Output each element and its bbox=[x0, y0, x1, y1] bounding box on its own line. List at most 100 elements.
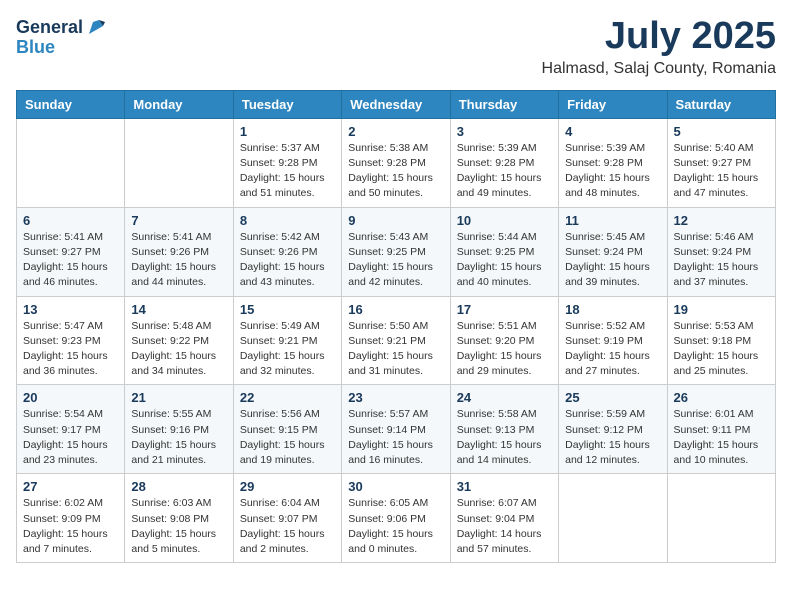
weekday-thursday: Thursday bbox=[450, 90, 558, 118]
day-number: 23 bbox=[348, 390, 443, 405]
calendar-cell: 13 Sunrise: 5:47 AM Sunset: 9:23 PM Dayli… bbox=[17, 296, 125, 385]
day-number: 3 bbox=[457, 124, 552, 139]
day-number: 17 bbox=[457, 302, 552, 317]
calendar-cell: 29 Sunrise: 6:04 AM Sunset: 9:07 PM Dayli… bbox=[233, 474, 341, 563]
day-info: Sunrise: 5:50 AM Sunset: 9:21 PM Dayligh… bbox=[348, 319, 443, 380]
day-info: Sunrise: 6:04 AM Sunset: 9:07 PM Dayligh… bbox=[240, 496, 335, 557]
calendar-cell: 23 Sunrise: 5:57 AM Sunset: 9:14 PM Dayli… bbox=[342, 385, 450, 474]
calendar-cell: 14Sunrise: 5:48 AM Sunset: 9:22 PM Dayli… bbox=[125, 296, 233, 385]
logo-general: General bbox=[16, 18, 83, 36]
calendar-cell: 21 Sunrise: 5:55 AM Sunset: 9:16 PM Dayli… bbox=[125, 385, 233, 474]
day-info: Sunrise: 6:03 AM Sunset: 9:08 PM Dayligh… bbox=[131, 496, 226, 557]
logo-icon bbox=[85, 16, 107, 38]
calendar-cell: 3Sunrise: 5:39 AM Sunset: 9:28 PM Daylig… bbox=[450, 118, 558, 207]
day-number: 24 bbox=[457, 390, 552, 405]
day-number: 27 bbox=[23, 479, 118, 494]
calendar-cell: 7Sunrise: 5:41 AM Sunset: 9:26 PM Daylig… bbox=[125, 207, 233, 296]
day-info: Sunrise: 5:39 AM Sunset: 9:28 PM Dayligh… bbox=[565, 141, 660, 202]
weekday-wednesday: Wednesday bbox=[342, 90, 450, 118]
calendar-cell: 20Sunrise: 5:54 AM Sunset: 9:17 PM Dayli… bbox=[17, 385, 125, 474]
day-info: Sunrise: 5:52 AM Sunset: 9:19 PM Dayligh… bbox=[565, 319, 660, 380]
day-info: Sunrise: 6:01 AM Sunset: 9:11 PM Dayligh… bbox=[674, 407, 769, 468]
day-info: Sunrise: 5:44 AM Sunset: 9:25 PM Dayligh… bbox=[457, 230, 552, 291]
day-info: Sunrise: 5:42 AM Sunset: 9:26 PM Dayligh… bbox=[240, 230, 335, 291]
day-info: Sunrise: 5:45 AM Sunset: 9:24 PM Dayligh… bbox=[565, 230, 660, 291]
day-number: 22 bbox=[240, 390, 335, 405]
day-info: Sunrise: 6:02 AM Sunset: 9:09 PM Dayligh… bbox=[23, 496, 118, 557]
calendar-cell: 18 Sunrise: 5:52 AM Sunset: 9:19 PM Dayli… bbox=[559, 296, 667, 385]
day-number: 10 bbox=[457, 213, 552, 228]
calendar-cell: 27 Sunrise: 6:02 AM Sunset: 9:09 PM Dayli… bbox=[17, 474, 125, 563]
calendar-cell: 22 Sunrise: 5:56 AM Sunset: 9:15 PM Dayli… bbox=[233, 385, 341, 474]
weekday-friday: Friday bbox=[559, 90, 667, 118]
month-title: July 2025 bbox=[542, 16, 776, 58]
day-number: 14 bbox=[131, 302, 226, 317]
day-info: Sunrise: 5:41 AM Sunset: 9:27 PM Dayligh… bbox=[23, 230, 118, 291]
day-number: 4 bbox=[565, 124, 660, 139]
calendar-cell: 5 Sunrise: 5:40 AM Sunset: 9:27 PM Daylig… bbox=[667, 118, 775, 207]
day-info: Sunrise: 5:40 AM Sunset: 9:27 PM Dayligh… bbox=[674, 141, 769, 202]
weekday-saturday: Saturday bbox=[667, 90, 775, 118]
day-number: 1 bbox=[240, 124, 335, 139]
day-number: 12 bbox=[674, 213, 769, 228]
logo-blue: Blue bbox=[16, 38, 55, 56]
day-info: Sunrise: 5:55 AM Sunset: 9:16 PM Dayligh… bbox=[131, 407, 226, 468]
day-number: 2 bbox=[348, 124, 443, 139]
day-info: Sunrise: 5:47 AM Sunset: 9:23 PM Dayligh… bbox=[23, 319, 118, 380]
day-info: Sunrise: 5:38 AM Sunset: 9:28 PM Dayligh… bbox=[348, 141, 443, 202]
calendar-cell: 9 Sunrise: 5:43 AM Sunset: 9:25 PM Daylig… bbox=[342, 207, 450, 296]
location-title: Halmasd, Salaj County, Romania bbox=[542, 60, 776, 78]
calendar-week-1: 1 Sunrise: 5:37 AM Sunset: 9:28 PM Daylig… bbox=[17, 118, 776, 207]
calendar-cell: 16 Sunrise: 5:50 AM Sunset: 9:21 PM Dayli… bbox=[342, 296, 450, 385]
day-number: 26 bbox=[674, 390, 769, 405]
calendar-cell: 8 Sunrise: 5:42 AM Sunset: 9:26 PM Daylig… bbox=[233, 207, 341, 296]
day-info: Sunrise: 6:05 AM Sunset: 9:06 PM Dayligh… bbox=[348, 496, 443, 557]
day-number: 21 bbox=[131, 390, 226, 405]
day-number: 15 bbox=[240, 302, 335, 317]
day-info: Sunrise: 5:54 AM Sunset: 9:17 PM Dayligh… bbox=[23, 407, 118, 468]
calendar-cell: 4 Sunrise: 5:39 AM Sunset: 9:28 PM Daylig… bbox=[559, 118, 667, 207]
day-number: 7 bbox=[131, 213, 226, 228]
day-number: 11 bbox=[565, 213, 660, 228]
calendar-cell bbox=[667, 474, 775, 563]
logo: General Blue bbox=[16, 16, 107, 56]
day-number: 29 bbox=[240, 479, 335, 494]
calendar-cell: 28 Sunrise: 6:03 AM Sunset: 9:08 PM Dayli… bbox=[125, 474, 233, 563]
day-number: 28 bbox=[131, 479, 226, 494]
day-number: 25 bbox=[565, 390, 660, 405]
calendar-cell: 1 Sunrise: 5:37 AM Sunset: 9:28 PM Daylig… bbox=[233, 118, 341, 207]
day-number: 19 bbox=[674, 302, 769, 317]
day-number: 13 bbox=[23, 302, 118, 317]
calendar-cell: 6Sunrise: 5:41 AM Sunset: 9:27 PM Daylig… bbox=[17, 207, 125, 296]
weekday-tuesday: Tuesday bbox=[233, 90, 341, 118]
day-number: 18 bbox=[565, 302, 660, 317]
day-number: 5 bbox=[674, 124, 769, 139]
day-info: Sunrise: 6:07 AM Sunset: 9:04 PM Dayligh… bbox=[457, 496, 552, 557]
day-info: Sunrise: 5:37 AM Sunset: 9:28 PM Dayligh… bbox=[240, 141, 335, 202]
weekday-header-row: SundayMondayTuesdayWednesdayThursdayFrid… bbox=[17, 90, 776, 118]
calendar-body: 1 Sunrise: 5:37 AM Sunset: 9:28 PM Daylig… bbox=[17, 118, 776, 562]
calendar-cell bbox=[125, 118, 233, 207]
calendar-cell: 15 Sunrise: 5:49 AM Sunset: 9:21 PM Dayli… bbox=[233, 296, 341, 385]
day-info: Sunrise: 5:56 AM Sunset: 9:15 PM Dayligh… bbox=[240, 407, 335, 468]
calendar-week-3: 13 Sunrise: 5:47 AM Sunset: 9:23 PM Dayli… bbox=[17, 296, 776, 385]
calendar-cell bbox=[17, 118, 125, 207]
day-info: Sunrise: 5:53 AM Sunset: 9:18 PM Dayligh… bbox=[674, 319, 769, 380]
day-info: Sunrise: 5:46 AM Sunset: 9:24 PM Dayligh… bbox=[674, 230, 769, 291]
day-info: Sunrise: 5:43 AM Sunset: 9:25 PM Dayligh… bbox=[348, 230, 443, 291]
calendar-cell: 30 Sunrise: 6:05 AM Sunset: 9:06 PM Dayli… bbox=[342, 474, 450, 563]
day-info: Sunrise: 5:57 AM Sunset: 9:14 PM Dayligh… bbox=[348, 407, 443, 468]
day-number: 16 bbox=[348, 302, 443, 317]
weekday-monday: Monday bbox=[125, 90, 233, 118]
calendar-cell: 24Sunrise: 5:58 AM Sunset: 9:13 PM Dayli… bbox=[450, 385, 558, 474]
day-number: 30 bbox=[348, 479, 443, 494]
day-number: 8 bbox=[240, 213, 335, 228]
weekday-sunday: Sunday bbox=[17, 90, 125, 118]
day-info: Sunrise: 5:49 AM Sunset: 9:21 PM Dayligh… bbox=[240, 319, 335, 380]
calendar-week-5: 27 Sunrise: 6:02 AM Sunset: 9:09 PM Dayli… bbox=[17, 474, 776, 563]
calendar-cell: 12 Sunrise: 5:46 AM Sunset: 9:24 PM Dayli… bbox=[667, 207, 775, 296]
calendar-cell: 19 Sunrise: 5:53 AM Sunset: 9:18 PM Dayli… bbox=[667, 296, 775, 385]
day-number: 9 bbox=[348, 213, 443, 228]
day-info: Sunrise: 5:51 AM Sunset: 9:20 PM Dayligh… bbox=[457, 319, 552, 380]
calendar-cell: 25Sunrise: 5:59 AM Sunset: 9:12 PM Dayli… bbox=[559, 385, 667, 474]
